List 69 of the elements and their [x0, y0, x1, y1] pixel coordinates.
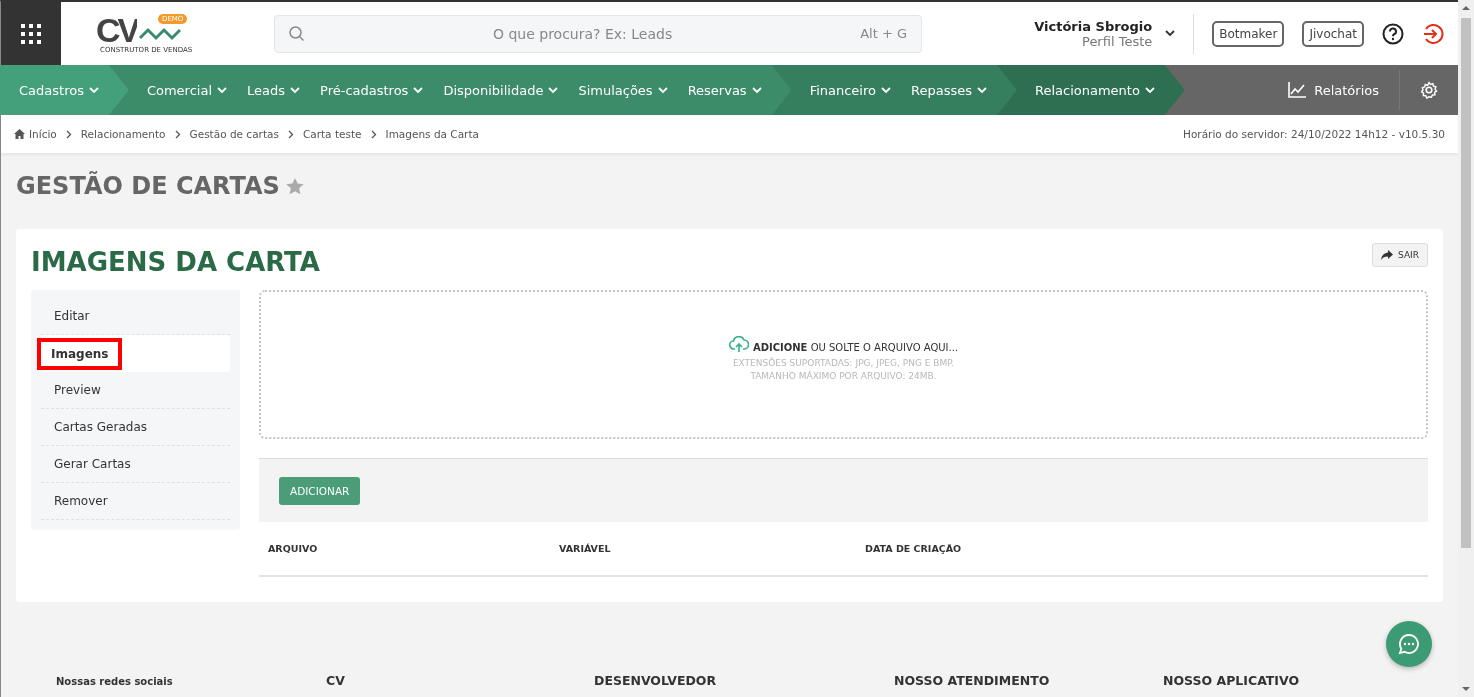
nav-menu-item[interactable]: Relacionamento — [1034, 82, 1155, 98]
chevron-right-icon — [174, 129, 181, 139]
search-field[interactable]: O que procura? Ex: Leads — [305, 24, 861, 43]
dropzone-hint: TAMANHO MÁXIMO POR ARQUIVO: 24MB. — [749, 370, 938, 383]
page-title: GESTÃO DE CARTAS — [16, 172, 280, 200]
chevron-down-icon — [290, 86, 301, 94]
logo-mark[interactable]: CV — [96, 13, 138, 46]
side-menu-item[interactable]: Preview — [41, 372, 230, 409]
chevron-down-icon — [751, 86, 762, 94]
side-menu-item[interactable]: Remover — [41, 483, 230, 520]
exit-button[interactable]: SAIR — [1372, 243, 1428, 267]
cloud-upload-icon — [728, 336, 749, 353]
nav-menu-item[interactable]: Pré-cadastros — [320, 82, 424, 98]
shortcut-hint: Alt + G — [860, 26, 907, 41]
chevron-right-icon — [65, 129, 72, 139]
nav-menu-item[interactable]: Leads — [247, 82, 301, 98]
chat-bubble-icon[interactable] — [1386, 621, 1432, 667]
chevron-down-icon — [657, 86, 668, 94]
breadcrumb-link[interactable]: Gestão de cartas — [189, 128, 279, 140]
card-title: IMAGENS DA CARTA — [31, 246, 320, 277]
wave-logo-icon — [138, 25, 184, 42]
line-chart-icon — [1288, 82, 1307, 98]
apps-grid-icon[interactable] — [1, 2, 61, 65]
dropzone-hint: EXTENSÕES SUPORTADAS: JPG, JPEG, PNG E BMP. — [732, 357, 955, 370]
nav-menu-item[interactable]: Repasses — [911, 82, 987, 98]
nav-menu-item[interactable]: Reservas — [687, 82, 762, 98]
nav-menu-item[interactable]: Financeiro — [809, 82, 891, 98]
footer-heading: NOSSO ATENDIMENTO — [894, 673, 1051, 688]
reports-link[interactable]: Relatórios — [1268, 70, 1400, 110]
column-header: VARIÁVEL — [559, 543, 612, 554]
nav-menu-item[interactable]: Comercial — [146, 82, 227, 98]
user-profile: Perfil Teste — [1081, 33, 1153, 49]
footer-heading: NOSSO APLICATIVO — [1163, 673, 1300, 688]
column-header: DATA DE CRIAÇÃO — [865, 543, 962, 554]
chevron-down-icon — [1144, 86, 1155, 94]
breadcrumb-link[interactable]: Imagens da Carta — [385, 128, 479, 140]
chat-button[interactable]: Botmaker — [1212, 20, 1285, 47]
chevron-down-icon — [413, 86, 424, 94]
help-icon[interactable] — [1382, 22, 1404, 45]
column-header: ARQUIVO — [268, 543, 319, 554]
breadcrumb-link[interactable]: Início — [29, 128, 57, 140]
chevron-down-icon — [548, 86, 559, 94]
search-icon — [289, 25, 305, 42]
settings-icon[interactable] — [1420, 81, 1438, 99]
user-name[interactable]: Victória Sbrogio — [1034, 18, 1153, 34]
chevron-down-icon — [881, 86, 891, 94]
footer-heading: DESENVOLVEDOR — [594, 673, 718, 688]
breadcrumb-link[interactable]: Relacionamento — [80, 128, 166, 140]
home-icon — [14, 129, 25, 139]
side-menu-item[interactable]: Gerar Cartas — [41, 446, 230, 483]
server-time: Horário do servidor: 24/10/2022 14h12 - v10.5.30 — [1183, 128, 1445, 140]
star-icon[interactable] — [285, 177, 304, 195]
breadcrumb-link[interactable]: Carta teste — [302, 128, 362, 140]
footer-heading: Nossas redes sociais — [56, 675, 174, 687]
upload-dropzone[interactable]: ADICIONE OU SOLTE O ARQUIVO AQUI... EXTENSÕES SUPORTADAS: JPG, JPEG, PNG E BMP. TAMANHO MÁXIMO POR ARQUIVO: 24MB. — [259, 290, 1428, 439]
nav-menu-item[interactable]: Simulações — [578, 82, 668, 98]
chevron-down-icon — [217, 86, 227, 94]
chevron-down-icon — [1165, 30, 1176, 37]
chat-button[interactable]: Jivochat — [1302, 20, 1364, 47]
nav-menu-item[interactable]: Disponibilidade — [443, 82, 559, 98]
chevron-right-icon — [287, 129, 294, 139]
chevron-down-icon — [976, 86, 987, 94]
chevron-down-icon — [88, 86, 99, 94]
chevron-right-icon — [370, 129, 377, 139]
footer-heading: CV — [326, 673, 346, 688]
side-menu-item[interactable]: Cartas Geradas — [41, 409, 230, 446]
logout-icon[interactable] — [1422, 22, 1444, 45]
dropzone-prompt: ADICIONE OU SOLTE O ARQUIVO AQUI... — [752, 342, 959, 353]
share-arrow-icon — [1381, 250, 1394, 260]
